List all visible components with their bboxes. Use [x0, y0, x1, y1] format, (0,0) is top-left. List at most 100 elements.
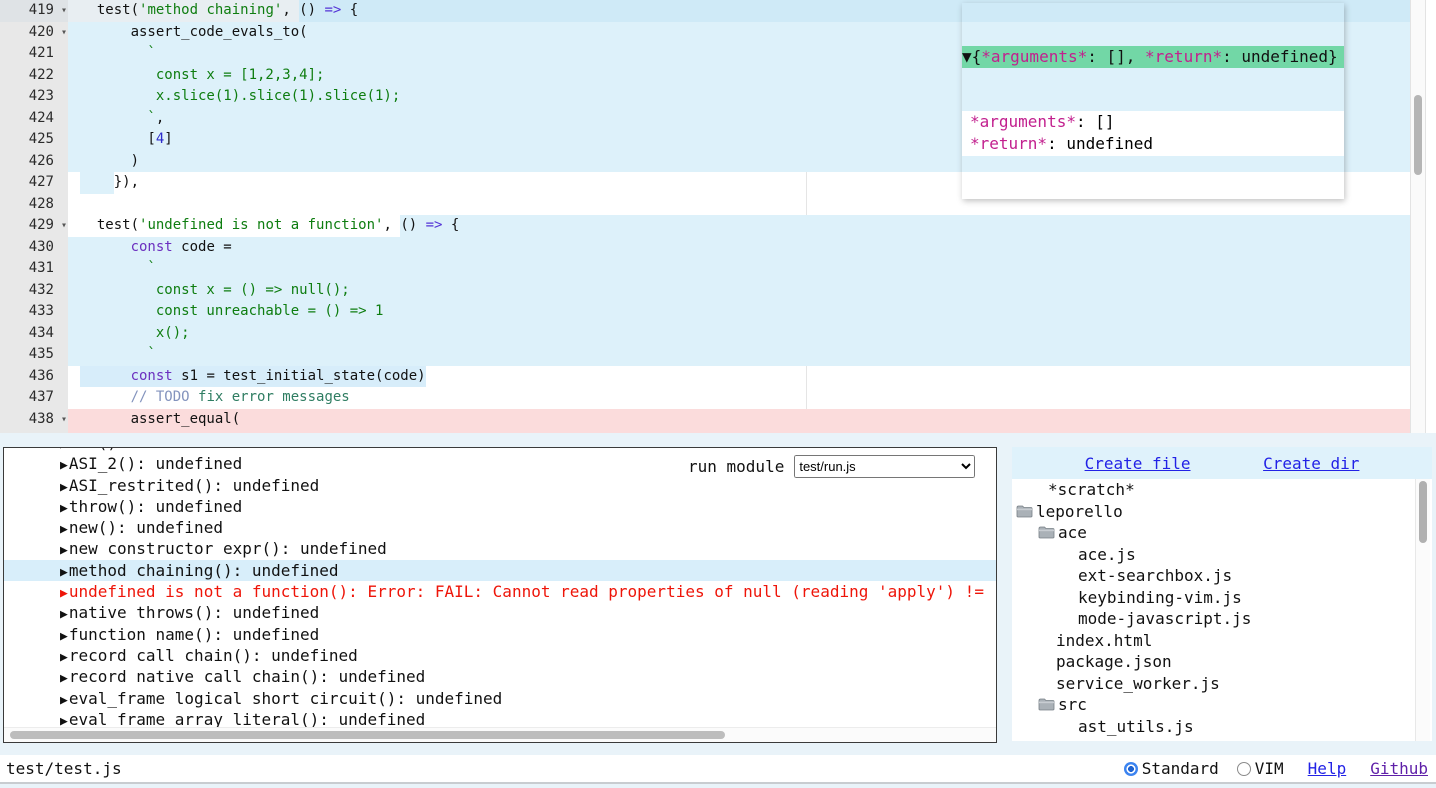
fold-arrow-icon[interactable]: ▾: [61, 22, 67, 44]
gutter-cell[interactable]: 431: [0, 258, 68, 280]
file-tree-item[interactable]: src: [1012, 694, 1432, 716]
file-tree-item[interactable]: ext-searchbox.js: [1012, 565, 1432, 587]
code-text: assert_code_evals_to(: [68, 22, 308, 44]
code-line-433[interactable]: 433 const unreachable = () => 1: [0, 301, 1410, 323]
gutter-cell[interactable]: 437: [0, 387, 68, 409]
file-tree-item[interactable]: *scratch*: [1012, 479, 1432, 501]
file-tree: *scratch*leporelloaceace.jsext-searchbox…: [1012, 479, 1432, 741]
gutter-cell[interactable]: 432: [0, 280, 68, 302]
code-line-431[interactable]: 431 `: [0, 258, 1410, 280]
gutter-cell[interactable]: 422: [0, 65, 68, 87]
console-horizontal-scrollbar[interactable]: [4, 727, 996, 742]
create-dir-link[interactable]: Create dir: [1263, 454, 1359, 473]
github-link[interactable]: Github: [1370, 759, 1428, 778]
test-result-row[interactable]: ▶undefined is not a function(): Error: F…: [4, 581, 996, 602]
expand-arrow-icon[interactable]: ▶: [60, 447, 68, 452]
gutter-cell[interactable]: 439: [0, 430, 68, 433]
keybinding-vim-option[interactable]: VIM: [1237, 759, 1284, 778]
file-tree-item[interactable]: package.json: [1012, 651, 1432, 673]
radio-selected-icon[interactable]: [1124, 762, 1138, 776]
scrollbar-thumb[interactable]: [1414, 95, 1422, 175]
code-line-435[interactable]: 435 `: [0, 344, 1410, 366]
file-tree-item[interactable]: service_worker.js: [1012, 673, 1432, 695]
gutter-cell[interactable]: 433: [0, 301, 68, 323]
gutter-cell[interactable]: 428: [0, 194, 68, 216]
file-tree-item[interactable]: mode-javascript.js: [1012, 608, 1432, 630]
test-result-row[interactable]: ▶eval_frame logical short circuit(): und…: [4, 688, 996, 709]
gutter-cell[interactable]: 426: [0, 151, 68, 173]
test-result-row[interactable]: ▶record native call chain(): undefined: [4, 666, 996, 687]
test-result-row[interactable]: ▶native throws(): undefined: [4, 602, 996, 623]
gutter-cell[interactable]: 429▾: [0, 215, 68, 237]
file-tree-label: mode-javascript.js: [1078, 608, 1251, 630]
tooltip-entry[interactable]: *return*: undefined: [970, 133, 1344, 155]
code-line-432[interactable]: 432 const x = () => null();: [0, 280, 1410, 302]
gutter-cell[interactable]: 435: [0, 344, 68, 366]
expand-arrow-icon[interactable]: ▶: [60, 522, 68, 537]
gutter-cell[interactable]: 420▾: [0, 22, 68, 44]
fold-arrow-icon[interactable]: ▾: [61, 0, 67, 22]
code-text: [68, 194, 80, 216]
gutter-cell[interactable]: 438▾: [0, 409, 68, 431]
file-tree-item[interactable]: keybinding-vim.js: [1012, 587, 1432, 609]
gutter-cell[interactable]: 424: [0, 108, 68, 130]
file-tree-item[interactable]: ast_utils.js: [1012, 716, 1432, 738]
tooltip-key: *arguments*: [970, 112, 1076, 131]
create-file-link[interactable]: Create file: [1085, 454, 1191, 473]
file-tree-item[interactable]: ace: [1012, 522, 1432, 544]
run-module-select[interactable]: test/run.js: [794, 455, 975, 478]
code-line-434[interactable]: 434 x();: [0, 323, 1410, 345]
expand-arrow-icon[interactable]: ▶: [60, 458, 68, 473]
file-tree-item[interactable]: ace.js: [1012, 544, 1432, 566]
gutter-cell[interactable]: 419▾: [0, 0, 68, 22]
file-tree-panel: Create file Create dir *scratch*leporell…: [1012, 447, 1432, 741]
tooltip-header[interactable]: ▼{*arguments*: [], *return*: undefined}: [962, 46, 1344, 68]
radio-unselected-icon[interactable]: [1237, 762, 1251, 776]
editor-vertical-scrollbar[interactable]: [1410, 0, 1426, 433]
vim-radio-label[interactable]: VIM: [1255, 759, 1284, 778]
expand-arrow-icon[interactable]: ▶: [60, 629, 68, 644]
test-result-row[interactable]: ▶new constructor expr(): undefined: [4, 538, 996, 559]
value-tooltip[interactable]: ▼{*arguments*: [], *return*: undefined} …: [962, 3, 1344, 199]
test-result-row[interactable]: ▶function name(): undefined: [4, 624, 996, 645]
code-line-436[interactable]: 436 const s1 = test_initial_state(code): [0, 366, 1410, 388]
gutter-cell[interactable]: 423: [0, 86, 68, 108]
gutter-cell[interactable]: 421: [0, 43, 68, 65]
expand-arrow-icon[interactable]: ▶: [60, 693, 68, 708]
code-line-439[interactable]: 439 root_calltree_node(s1): [0, 430, 1410, 433]
code-line-429[interactable]: 429▾ test('undefined is not a function',…: [0, 215, 1410, 237]
gutter-cell[interactable]: 434: [0, 323, 68, 345]
code-editor[interactable]: 419▾ test('method chaining', () => {420▾…: [0, 0, 1436, 433]
fold-arrow-icon[interactable]: ▾: [61, 215, 67, 237]
keybinding-standard-option[interactable]: Standard: [1124, 759, 1219, 778]
expand-arrow-icon[interactable]: ▶: [60, 565, 68, 580]
expand-arrow-icon[interactable]: ▶: [60, 650, 68, 665]
test-result-row[interactable]: ▶new(): undefined: [4, 517, 996, 538]
scrollbar-thumb[interactable]: [10, 731, 725, 739]
gutter-cell[interactable]: 427: [0, 172, 68, 194]
expand-arrow-icon[interactable]: ▶: [60, 671, 68, 686]
code-line-438[interactable]: 438▾ assert_equal(: [0, 409, 1410, 431]
expand-arrow-icon[interactable]: ▶: [60, 607, 68, 622]
tooltip-entry[interactable]: *arguments*: []: [970, 111, 1344, 133]
file-tree-item[interactable]: index.html: [1012, 630, 1432, 652]
gutter-cell[interactable]: 425: [0, 129, 68, 151]
line-number: 439: [29, 432, 54, 433]
code-line-430[interactable]: 430 const code =: [0, 237, 1410, 259]
expand-arrow-icon[interactable]: ▶: [60, 501, 68, 516]
scrollbar-thumb[interactable]: [1419, 481, 1427, 543]
expand-arrow-icon[interactable]: ▶: [60, 480, 68, 495]
gutter-cell[interactable]: 430: [0, 237, 68, 259]
gutter-cell[interactable]: 436: [0, 366, 68, 388]
expand-arrow-icon[interactable]: ▶: [60, 586, 68, 601]
fold-arrow-icon[interactable]: ▾: [61, 409, 67, 431]
expand-arrow-icon[interactable]: ▶: [60, 543, 68, 558]
code-line-437[interactable]: 437 // TODO fix error messages: [0, 387, 1410, 409]
test-result-row[interactable]: ▶method chaining(): undefined: [4, 560, 996, 581]
test-result-row[interactable]: ▶record call chain(): undefined: [4, 645, 996, 666]
file-tree-item[interactable]: leporello: [1012, 501, 1432, 523]
standard-radio-label[interactable]: Standard: [1142, 759, 1219, 778]
help-link[interactable]: Help: [1308, 759, 1347, 778]
test-result-row[interactable]: ▶throw(): undefined: [4, 496, 996, 517]
tree-vertical-scrollbar[interactable]: [1415, 479, 1430, 741]
